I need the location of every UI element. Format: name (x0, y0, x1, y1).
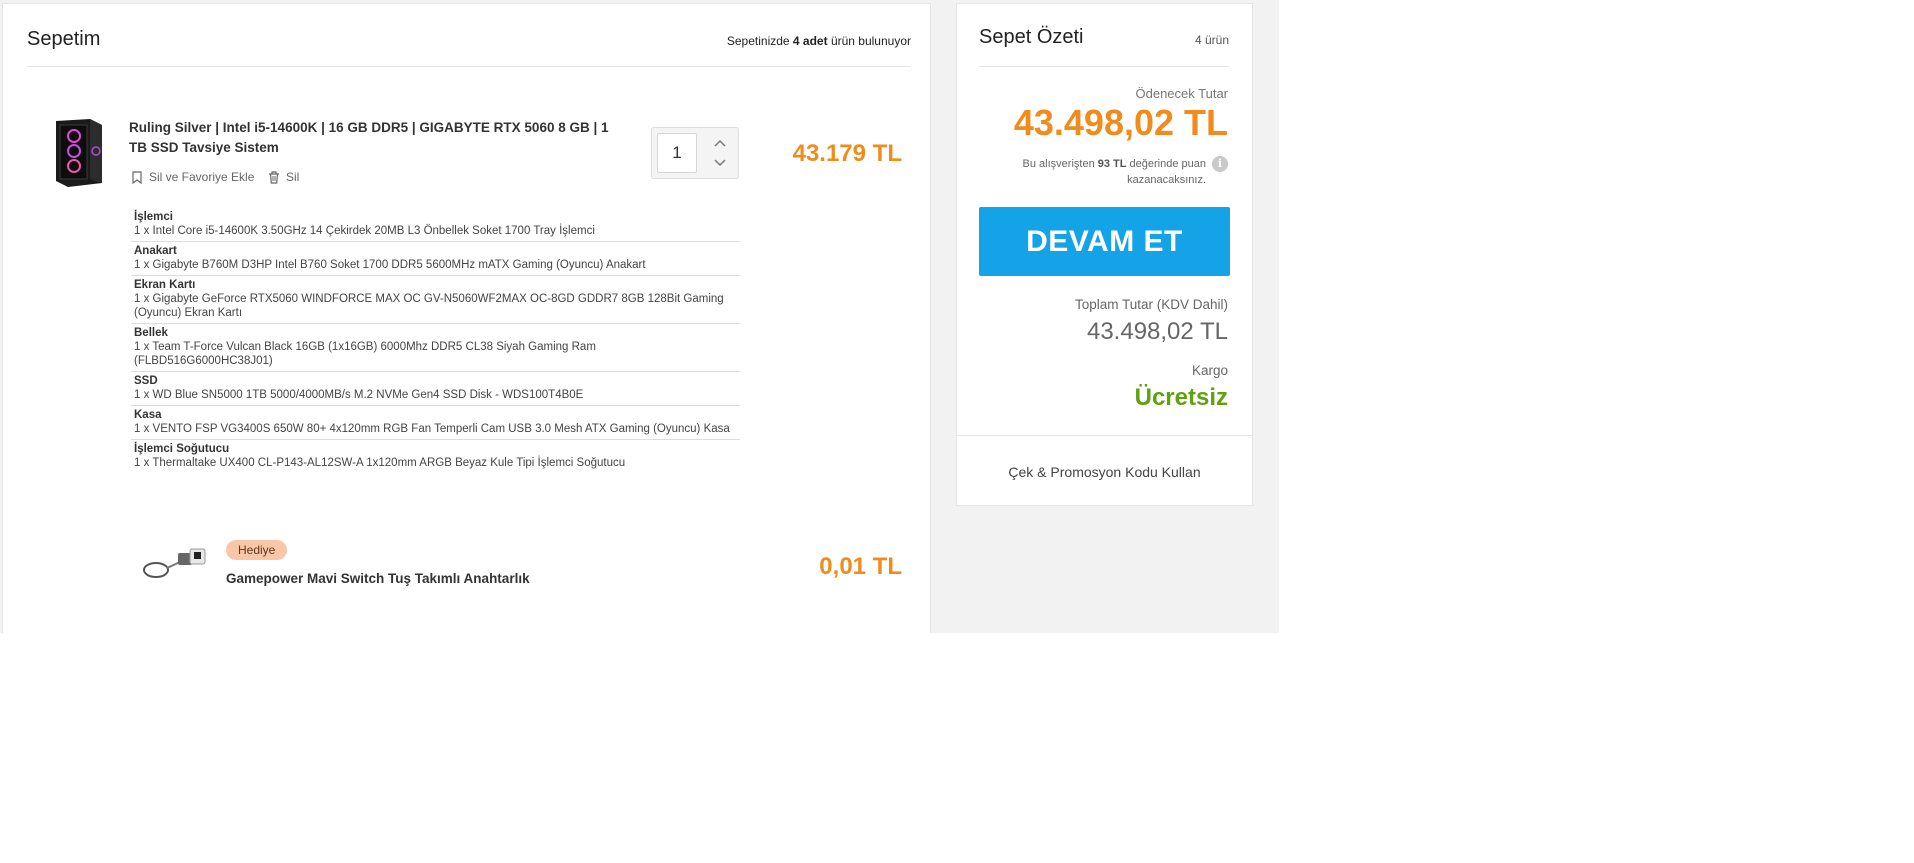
component-description: 1 x WD Blue SN5000 1TB 5000/4000MB/s M.2… (134, 389, 584, 401)
product-title[interactable]: Ruling Silver | Intel i5-14600K | 16 GB … (129, 118, 619, 158)
list-item: SSD 1 x WD Blue SN5000 1TB 5000/4000MB/s … (131, 372, 740, 406)
quantity-stepper: 1 (651, 127, 739, 179)
trash-icon (269, 170, 279, 184)
product-price: 43.179 TL (792, 140, 902, 167)
cargo-label: Kargo (1191, 363, 1228, 378)
component-name: Bellek (134, 327, 168, 339)
component-description: 1 x Thermaltake UX400 CL-P143-AL12SW-A 1… (134, 457, 626, 469)
divider (957, 435, 1252, 436)
gift-price: 0,01 TL (819, 553, 902, 580)
quantity-input[interactable]: 1 (657, 133, 697, 173)
delete-label: Sil (286, 170, 300, 184)
pc-case-icon[interactable] (50, 117, 106, 189)
list-item: Bellek 1 x Team T-Force Vulcan Black 16GB… (131, 324, 740, 372)
gift-badge: Hediye (226, 540, 288, 560)
component-list: İşlemci 1 x Intel Core i5-14600K 3.50GHz … (131, 208, 740, 473)
payable-amount-label: Ödenecek Tutar (1135, 86, 1229, 101)
list-item: Ekran Kartı 1 x Gigabyte GeForce RTX5060 … (131, 276, 740, 324)
remove-and-favorite-label: Sil ve Favoriye Ekle (149, 170, 255, 184)
payable-amount: 43.498,02 TL (1013, 102, 1228, 143)
component-name: SSD (134, 375, 158, 387)
component-description: 1 x Intel Core i5-14600K 3.50GHz 14 Çeki… (134, 225, 595, 237)
summary-title: Sepet Özeti (979, 26, 1084, 48)
cart-summary-panel: Sepet Özeti 4 ürün Ödenecek Tutar 43.498… (956, 3, 1253, 506)
component-name: Kasa (134, 409, 162, 421)
promo-code-link[interactable]: Çek & Promosyon Kodu Kullan (957, 464, 1252, 480)
component-name: İşlemci Soğutucu (134, 443, 230, 455)
gift-product-name[interactable]: Gamepower Mavi Switch Tuş Takımlı Anahta… (226, 571, 530, 586)
keychain-icon (143, 548, 206, 578)
summary-item-count: 4 ürün (1194, 33, 1229, 47)
quantity-decrease-button[interactable] (710, 154, 730, 172)
cart-header: Sepetim Sepetinizde 4 adet ürün bulunuyo… (27, 26, 911, 67)
component-name: İşlemci (134, 211, 173, 223)
points-info: Bu alışverişten 93 TL değerinde puan kaz… (1022, 158, 1206, 186)
component-name: Ekran Kartı (134, 279, 196, 291)
info-icon[interactable]: i (1212, 156, 1228, 172)
remove-and-favorite-button[interactable]: Sil ve Favoriye Ekle (131, 170, 254, 184)
list-item: İşlemci 1 x Intel Core i5-14600K 3.50GHz … (131, 208, 740, 242)
bookmark-icon (132, 170, 142, 184)
component-description: 1 x Gigabyte B760M D3HP Intel B760 Soket… (134, 259, 646, 271)
list-item: Anakart 1 x Gigabyte B760M D3HP Intel B76… (131, 242, 740, 276)
total-amount: 43.498,02 TL (1086, 318, 1228, 345)
list-item: Kasa 1 x VENTO FSP VG3400S 650W 80+ 4x120… (131, 406, 740, 440)
total-label: Toplam Tutar (KDV Dahil) (1074, 297, 1228, 312)
delete-button[interactable]: Sil (268, 170, 299, 184)
component-description: 1 x Team T-Force Vulcan Black 16GB (1x16… (134, 341, 596, 367)
list-item: İşlemci Soğutucu 1 x Thermaltake UX400 CL… (131, 440, 740, 473)
cart-item-count: Sepetinizde 4 adet ürün bulunuyor (726, 34, 911, 48)
cart-title: Sepetim (27, 28, 101, 50)
component-description: 1 x Gigabyte GeForce RTX5060 WINDFORCE M… (134, 293, 724, 319)
quantity-increase-button[interactable] (710, 134, 730, 152)
component-description: 1 x VENTO FSP VG3400S 650W 80+ 4x120mm R… (134, 423, 730, 435)
cargo-value: Ücretsiz (1134, 384, 1228, 411)
chevron-up-icon (714, 139, 726, 147)
component-name: Anakart (134, 245, 177, 257)
continue-button[interactable]: DEVAM ET (979, 207, 1230, 276)
chevron-down-icon (714, 159, 726, 167)
summary-header: Sepet Özeti 4 ürün (979, 24, 1229, 67)
